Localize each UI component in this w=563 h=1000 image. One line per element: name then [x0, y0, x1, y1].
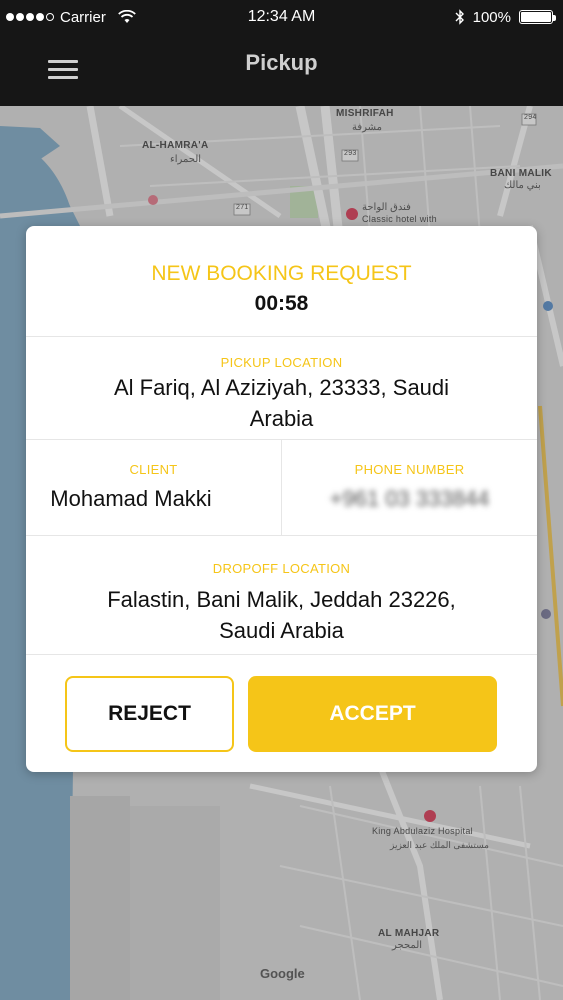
bluetooth-icon	[455, 9, 464, 25]
battery-fill	[521, 12, 551, 22]
pickup-label: PICKUP LOCATION	[220, 355, 343, 370]
nav-bar: Pickup	[0, 34, 563, 106]
dropoff-location: Falastin, Bani Malik, Jeddah 23226, Saud…	[107, 587, 456, 643]
phone-label: PHONE NUMBER	[354, 462, 465, 477]
accept-button[interactable]: ACCEPT	[248, 676, 497, 752]
page-title: Pickup	[245, 50, 318, 75]
reject-button[interactable]: REJECT	[65, 676, 234, 752]
pickup-location: Al Fariq, Al Aziziyah, 23333, Saudi Arab…	[113, 375, 450, 431]
divider	[26, 654, 537, 655]
client-name: Mohamad Makki	[50, 486, 212, 511]
phone-number[interactable]: +961 03 333844	[282, 483, 537, 514]
divider	[26, 535, 537, 536]
status-right: 100%	[455, 0, 556, 34]
battery-percent: 100%	[472, 8, 511, 26]
divider	[26, 336, 537, 337]
dropoff-label: DROPOFF LOCATION	[212, 561, 351, 576]
countdown-timer: 00:58	[254, 292, 309, 315]
dialog-title: NEW BOOKING REQUEST	[151, 262, 412, 285]
status-bar: Carrier 12:34 AM 100%	[0, 0, 563, 34]
battery-icon	[519, 10, 556, 24]
client-label: CLIENT	[129, 462, 178, 477]
booking-request-dialog: NEW BOOKING REQUEST 00:58 PICKUP LOCATIO…	[26, 226, 537, 772]
